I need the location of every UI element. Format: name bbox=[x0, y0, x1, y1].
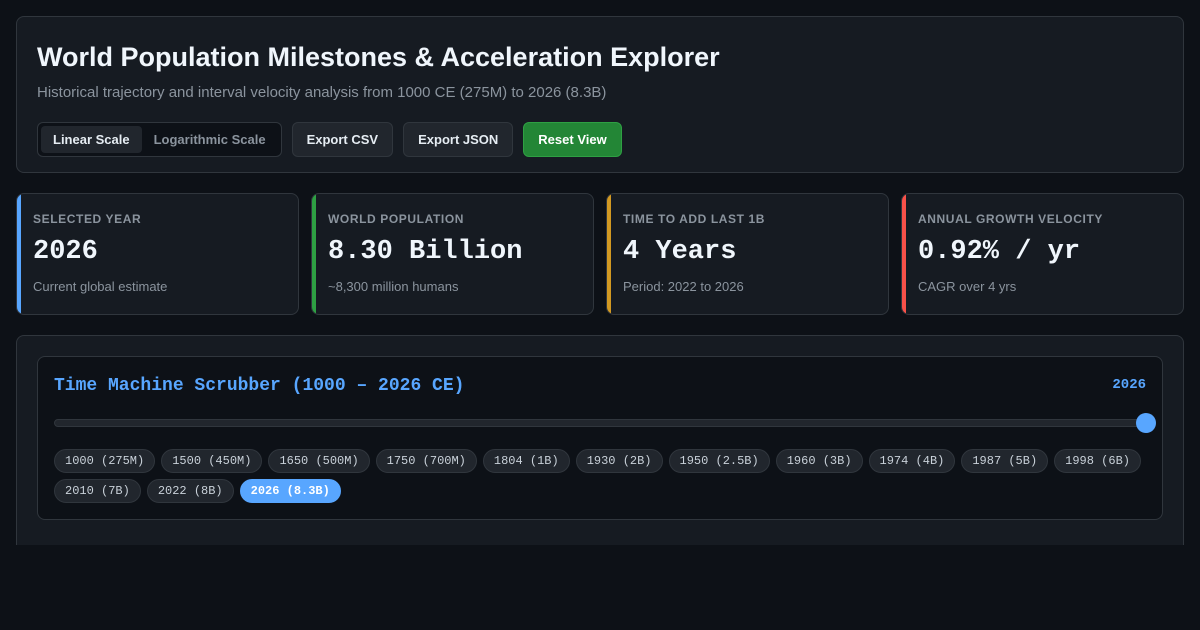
page-subtitle: Historical trajectory and interval veloc… bbox=[37, 84, 607, 101]
stat-subtext: Period: 2022 to 2026 bbox=[623, 279, 744, 294]
scrubber-panel: Time Machine Scrubber (1000 – 2026 CE) 2… bbox=[37, 356, 1163, 520]
stat-card-selected-year: SELECTED YEAR 2026 Current global estima… bbox=[16, 193, 299, 315]
stat-label: WORLD POPULATION bbox=[328, 212, 465, 226]
milestone-chip[interactable]: 2010 (7B) bbox=[54, 479, 141, 503]
reset-view-button[interactable]: Reset View bbox=[523, 122, 622, 157]
milestone-chip[interactable]: 1998 (6B) bbox=[1054, 449, 1141, 473]
stat-value: 0.92% / yr bbox=[918, 237, 1081, 267]
stat-value: 8.30 Billion bbox=[328, 237, 523, 267]
milestone-chip[interactable]: 1974 (4B) bbox=[868, 449, 956, 473]
log-scale-button[interactable]: Logarithmic Scale bbox=[142, 126, 278, 153]
milestone-chip[interactable]: 1750 (700M) bbox=[375, 449, 477, 473]
milestone-chip[interactable]: 1804 (1B) bbox=[482, 449, 570, 473]
stat-subtext: ~8,300 million humans bbox=[328, 279, 459, 294]
milestone-chip[interactable]: 1650 (500M) bbox=[268, 449, 370, 473]
stat-accent bbox=[17, 194, 21, 314]
stat-value: 2026 bbox=[33, 237, 98, 267]
milestone-chip[interactable]: 1500 (450M) bbox=[161, 449, 263, 473]
export-json-button[interactable]: Export JSON bbox=[403, 122, 514, 157]
stat-accent bbox=[607, 194, 611, 314]
stats-row: SELECTED YEAR 2026 Current global estima… bbox=[16, 193, 1184, 315]
milestone-chip[interactable]: 1930 (2B) bbox=[575, 449, 663, 473]
milestone-chip[interactable]: 1000 (275M) bbox=[54, 449, 156, 473]
controls-bar: Linear Scale Logarithmic Scale Export CS… bbox=[37, 122, 1163, 157]
milestone-chip[interactable]: 1960 (3B) bbox=[775, 449, 863, 473]
stat-accent bbox=[902, 194, 906, 314]
stat-card-time-to-add: TIME TO ADD LAST 1B 4 Years Period: 2022… bbox=[606, 193, 889, 315]
year-slider[interactable] bbox=[54, 412, 1156, 434]
milestone-chip[interactable]: 1987 (5B) bbox=[961, 449, 1049, 473]
scrubber-year-readout: 2026 bbox=[1112, 377, 1146, 393]
milestone-chip[interactable]: 1950 (2.5B) bbox=[668, 449, 770, 473]
stat-accent bbox=[312, 194, 316, 314]
stat-label: TIME TO ADD LAST 1B bbox=[623, 212, 766, 226]
scrubber-title: Time Machine Scrubber (1000 – 2026 CE) bbox=[54, 376, 465, 396]
stat-subtext: CAGR over 4 yrs bbox=[918, 279, 1017, 294]
slider-track[interactable] bbox=[54, 419, 1146, 427]
stat-card-growth-velocity: ANNUAL GROWTH VELOCITY 0.92% / yr CAGR o… bbox=[901, 193, 1184, 315]
stat-subtext: Current global estimate bbox=[33, 279, 168, 294]
slider-thumb[interactable] bbox=[1136, 413, 1156, 433]
scrubber-section: Time Machine Scrubber (1000 – 2026 CE) 2… bbox=[16, 335, 1184, 545]
milestone-chip[interactable]: 2026 (8.3B) bbox=[239, 479, 341, 503]
scale-toggle: Linear Scale Logarithmic Scale bbox=[37, 122, 282, 157]
milestone-chip[interactable]: 2022 (8B) bbox=[146, 479, 234, 503]
export-csv-button[interactable]: Export CSV bbox=[291, 122, 394, 157]
linear-scale-button[interactable]: Linear Scale bbox=[41, 126, 142, 153]
stat-value: 4 Years bbox=[623, 237, 737, 267]
page-title: World Population Milestones & Accelerati… bbox=[37, 42, 720, 72]
stat-card-world-population: WORLD POPULATION 8.30 Billion ~8,300 mil… bbox=[311, 193, 594, 315]
header-card: World Population Milestones & Accelerati… bbox=[16, 16, 1184, 173]
milestone-chips: 1000 (275M) 1500 (450M) 1650 (500M) 1750 (7… bbox=[54, 449, 1148, 503]
stat-label: ANNUAL GROWTH VELOCITY bbox=[918, 212, 1103, 226]
stat-label: SELECTED YEAR bbox=[33, 212, 142, 226]
